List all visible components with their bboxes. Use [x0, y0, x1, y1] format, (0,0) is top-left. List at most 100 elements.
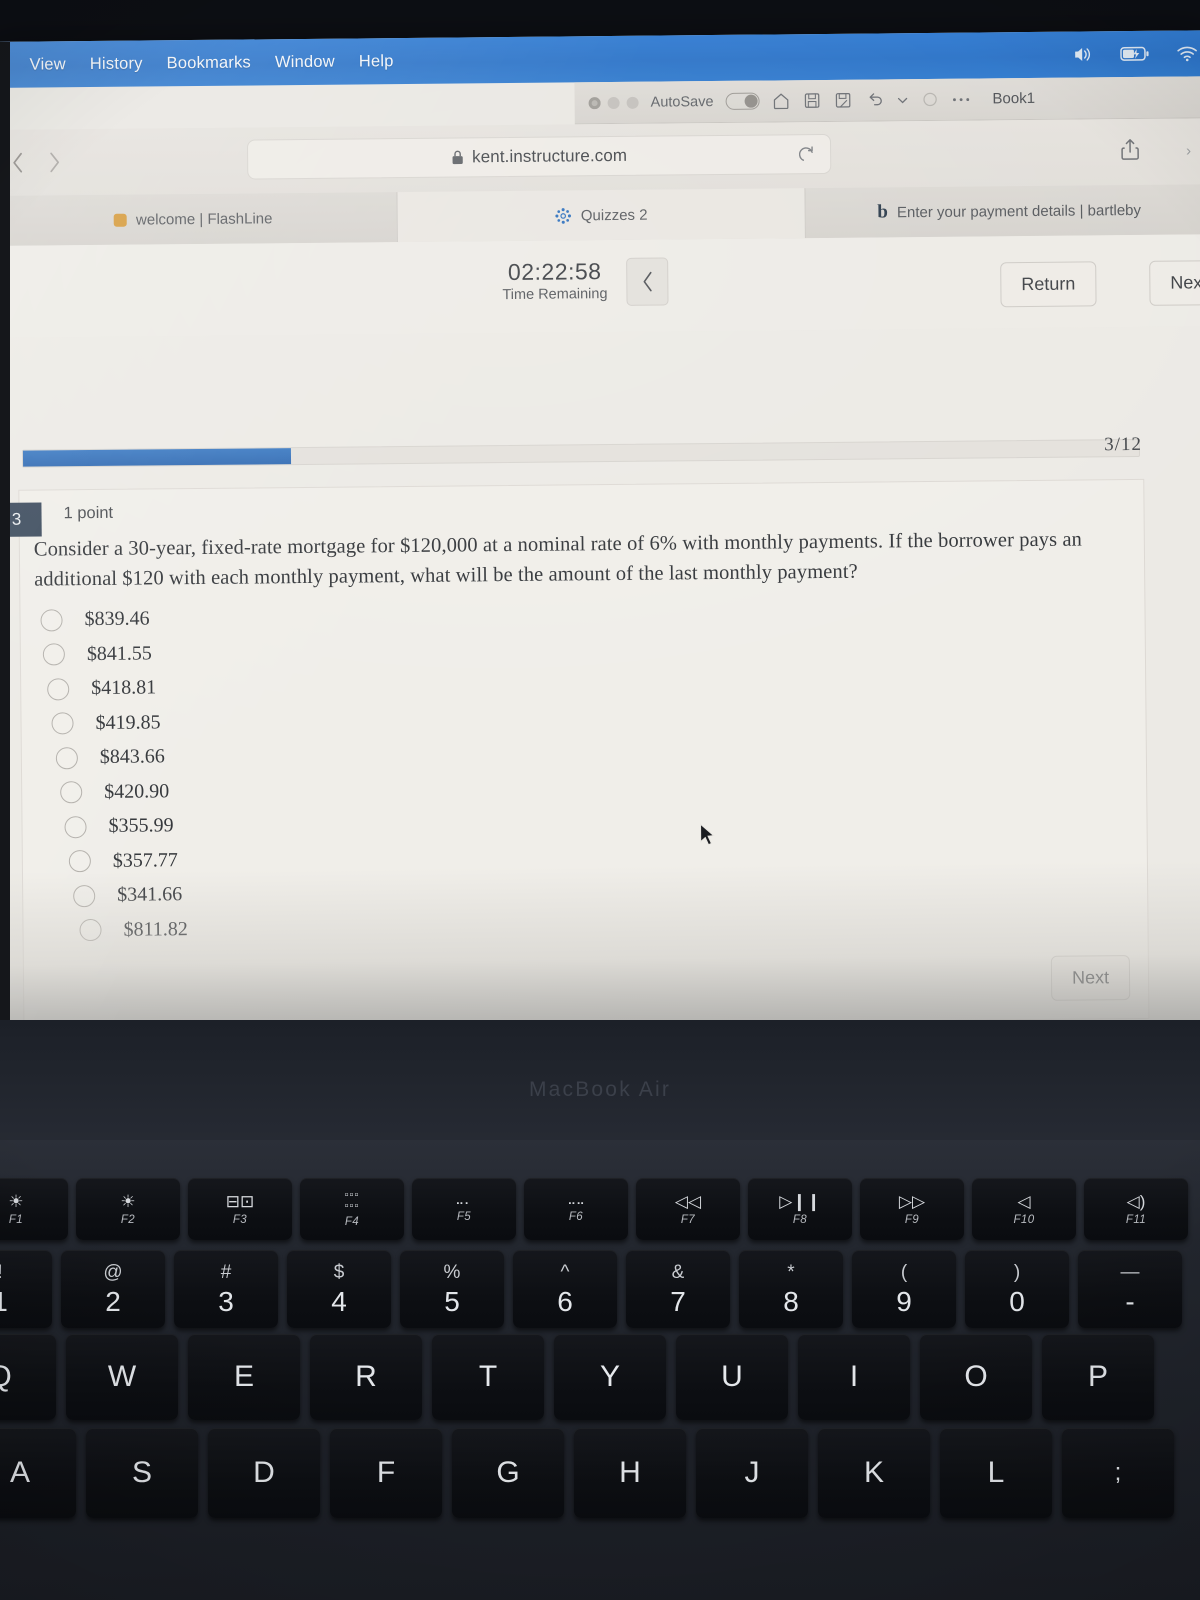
key-a[interactable]: A: [0, 1428, 76, 1518]
chevron-right-icon[interactable]: [47, 150, 61, 174]
battery-charging-icon[interactable]: [1120, 46, 1150, 62]
key-t[interactable]: T: [432, 1334, 544, 1420]
menubar-item-help[interactable]: Help: [359, 52, 394, 71]
key-u[interactable]: U: [676, 1334, 788, 1420]
radio-button[interactable]: [68, 850, 91, 873]
return-button[interactable]: Return: [1000, 261, 1097, 308]
radio-button[interactable]: [47, 677, 70, 701]
key-e[interactable]: E: [188, 1334, 300, 1420]
brightness-down-icon: ☀: [8, 1191, 24, 1211]
key-y[interactable]: Y: [554, 1334, 666, 1420]
tab-bartleby[interactable]: b Enter your payment details | bartleby: [805, 184, 1200, 239]
key-k[interactable]: K: [818, 1428, 930, 1518]
key-p[interactable]: P: [1042, 1334, 1154, 1420]
radio-button[interactable]: [79, 919, 102, 942]
menubar-item-history[interactable]: History: [90, 54, 143, 74]
key-3[interactable]: #3: [174, 1250, 278, 1328]
key-7[interactable]: & 7: [626, 1250, 730, 1328]
key-f11[interactable]: ◁) F11: [1084, 1178, 1188, 1240]
fast-forward-icon: ▷▷: [898, 1191, 926, 1211]
key-j[interactable]: J: [696, 1428, 808, 1518]
key-1[interactable]: !1: [0, 1250, 52, 1328]
toolbar-overflow-icon[interactable]: ›: [1186, 142, 1191, 159]
key-label: F4: [344, 1216, 360, 1228]
key-h[interactable]: H: [574, 1428, 686, 1518]
key-f1[interactable]: ☀ F1: [0, 1178, 68, 1240]
key-f7[interactable]: ◁◁ F7: [636, 1178, 740, 1240]
radio-button[interactable]: [64, 815, 87, 838]
key-2[interactable]: @2: [61, 1250, 165, 1328]
bartleby-b-icon: b: [877, 201, 889, 223]
key-minus[interactable]: — -: [1078, 1250, 1182, 1328]
menubar-status-area: [1072, 44, 1200, 63]
key-f6[interactable]: ⠤⠤ F6: [524, 1178, 628, 1240]
key-label: 8: [783, 1285, 799, 1317]
key-9[interactable]: (9: [852, 1250, 956, 1328]
key-d[interactable]: D: [208, 1428, 320, 1518]
key-4[interactable]: $4: [287, 1250, 391, 1328]
key-f2[interactable]: ☀ F2: [76, 1178, 180, 1240]
key-label: 6: [557, 1285, 573, 1317]
key-shift-symbol: ): [1013, 1261, 1021, 1283]
answer-option-label: $843.66: [99, 745, 165, 769]
menubar-item-window[interactable]: Window: [275, 52, 335, 72]
key-5[interactable]: % 5: [400, 1250, 504, 1328]
key-f3[interactable]: ⊟⊡ F3: [188, 1178, 292, 1240]
tab-quizzes[interactable]: Quizzes 2: [397, 188, 806, 243]
question-points-label: 1 point: [63, 503, 114, 523]
redo-icon[interactable]: [920, 90, 939, 109]
radio-button[interactable]: [60, 781, 83, 804]
key-q[interactable]: Q: [0, 1334, 56, 1420]
progress-fill: [22, 448, 291, 467]
next-button-top[interactable]: Next: [1149, 260, 1200, 306]
key-w[interactable]: W: [66, 1334, 178, 1420]
key-o[interactable]: O: [920, 1334, 1032, 1420]
reload-icon[interactable]: [796, 144, 816, 164]
undo-icon[interactable]: [864, 90, 884, 109]
key-label: F8: [792, 1213, 808, 1226]
key-6[interactable]: ^ 6: [513, 1250, 617, 1328]
volume-icon[interactable]: [1072, 45, 1094, 63]
quiz-progress: 3/12: [21, 434, 1142, 468]
key-semicolon[interactable]: ;: [1062, 1428, 1174, 1518]
radio-button[interactable]: [40, 608, 63, 632]
next-button-bottom[interactable]: Next: [1050, 955, 1131, 1001]
key-f4[interactable]: ▫▫▫ ▫▫▫ F4: [300, 1178, 404, 1240]
autosave-toggle[interactable]: [725, 92, 760, 110]
screen-left-edge: [0, 42, 10, 1042]
radio-button[interactable]: [55, 746, 78, 770]
key-f10[interactable]: ◁ F10: [972, 1178, 1076, 1240]
tab-flashline[interactable]: welcome | FlashLine: [0, 192, 398, 246]
chevron-left-icon[interactable]: [11, 151, 25, 175]
key-f9[interactable]: ▷▷ F9: [860, 1178, 964, 1240]
menubar-item-view[interactable]: View: [30, 55, 66, 74]
key-s[interactable]: S: [86, 1428, 198, 1518]
key-f5[interactable]: ⠤⠄ F5: [412, 1178, 516, 1240]
wifi-icon[interactable]: [1176, 45, 1198, 62]
keyboard-brightness-up-icon: ⠤⠤: [567, 1194, 585, 1208]
key-0[interactable]: ) 0: [965, 1250, 1069, 1328]
share-icon[interactable]: [1119, 137, 1141, 163]
collapse-timer-button[interactable]: [626, 257, 669, 306]
mission-control-icon: ⊟⊡: [225, 1191, 255, 1211]
radio-button[interactable]: [42, 643, 65, 666]
key-i[interactable]: I: [798, 1334, 910, 1420]
key-f[interactable]: F: [330, 1428, 442, 1518]
menubar-item-bookmarks[interactable]: Bookmarks: [167, 53, 252, 73]
save-as-icon[interactable]: [833, 91, 852, 110]
key-l[interactable]: L: [940, 1428, 1052, 1518]
radio-button[interactable]: [73, 884, 96, 907]
radio-button[interactable]: [51, 712, 74, 735]
keyboard-qwerty-row: Q W E R T Y U I O P: [0, 1334, 1154, 1420]
chevron-down-icon[interactable]: [896, 94, 908, 106]
address-bar[interactable]: kent.instructure.com: [246, 133, 832, 180]
key-f8[interactable]: ▷❙❙ F8: [748, 1178, 852, 1240]
key-8[interactable]: * 8: [739, 1250, 843, 1328]
key-g[interactable]: G: [452, 1428, 564, 1518]
overflow-icon[interactable]: [951, 96, 970, 102]
key-r[interactable]: R: [310, 1334, 422, 1420]
quiz-content-area: 3/12 3 1 point Consider a 30-year, fixed…: [0, 326, 1200, 1042]
window-traffic-lights[interactable]: [588, 96, 639, 109]
home-icon[interactable]: [771, 91, 790, 110]
save-icon[interactable]: [802, 91, 821, 110]
